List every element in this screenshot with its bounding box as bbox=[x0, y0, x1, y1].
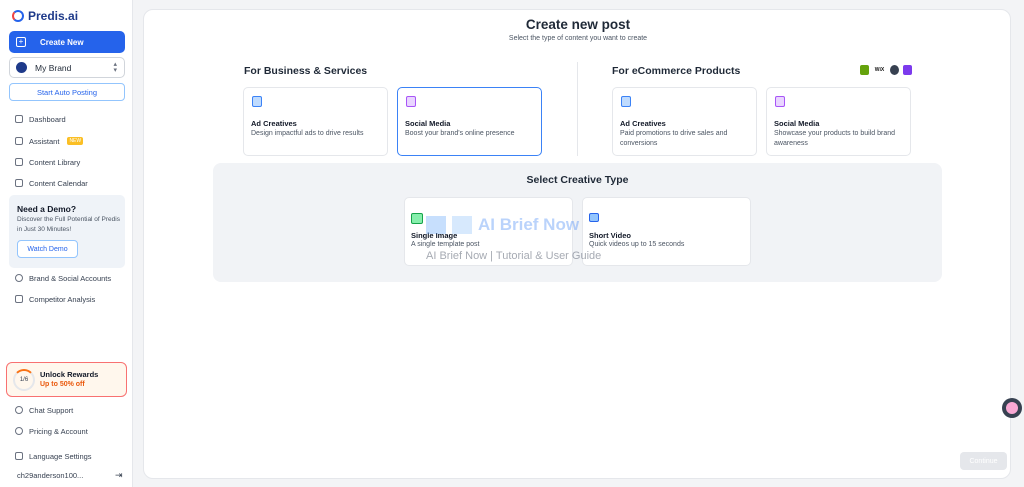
logo[interactable]: Predis.ai bbox=[12, 9, 78, 23]
sidebar-item-label: Brand & Social Accounts bbox=[29, 273, 112, 283]
section-divider bbox=[577, 62, 578, 156]
rewards-title: Unlock Rewards bbox=[40, 370, 99, 379]
brand-select[interactable]: My Brand ▴ ▾ bbox=[9, 57, 125, 78]
floating-widget-button[interactable] bbox=[1002, 398, 1022, 418]
logo-text: Predis.ai bbox=[28, 9, 79, 23]
start-auto-posting-button[interactable]: Start Auto Posting bbox=[9, 83, 125, 101]
sidebar-item-content-calendar[interactable]: Content Calendar bbox=[15, 177, 88, 189]
accounts-icon bbox=[15, 274, 23, 282]
image-icon bbox=[411, 213, 423, 224]
account-icon bbox=[15, 427, 23, 435]
rewards-subtitle: Up to 50% off bbox=[40, 381, 85, 388]
continue-button[interactable]: Continue bbox=[960, 452, 1007, 470]
card-title: Single Image bbox=[411, 231, 458, 240]
card-description: Paid promotions to drive sales and conve… bbox=[620, 130, 728, 147]
woocommerce-icon bbox=[903, 65, 912, 75]
card-title: Social Media bbox=[774, 119, 820, 128]
ecommerce-heading: For eCommerce Products bbox=[612, 65, 741, 77]
sidebar-item-label: Pricing & Account bbox=[29, 426, 88, 436]
logout-icon[interactable]: ⇥ bbox=[115, 470, 123, 481]
sidebar-item-pricing-account[interactable]: Pricing & Account bbox=[15, 425, 88, 437]
brand-label: My Brand bbox=[35, 62, 72, 73]
page-subtitle: Select the type of content you want to c… bbox=[508, 35, 648, 42]
rewards-progress-ring: 1/6 bbox=[13, 369, 35, 391]
document-icon bbox=[252, 96, 262, 107]
edit-note-icon bbox=[406, 96, 416, 107]
create-new-button[interactable]: + Create New bbox=[9, 31, 125, 53]
card-description: A single template post bbox=[411, 241, 480, 248]
create-new-label: Create New bbox=[40, 37, 84, 47]
sidebar-item-label: Content Library bbox=[29, 157, 81, 167]
business-heading: For Business & Services bbox=[244, 65, 368, 77]
analysis-icon bbox=[15, 295, 23, 303]
ecommerce-social-media-card[interactable]: Social Media Showcase your products to b… bbox=[766, 87, 911, 156]
card-description: Quick videos up to 15 seconds bbox=[589, 241, 685, 248]
sidebar-item-language-settings[interactable]: Language Settings bbox=[15, 450, 92, 462]
watch-demo-button[interactable]: Watch Demo bbox=[17, 240, 78, 258]
sidebar-item-label: Chat Support bbox=[29, 405, 74, 415]
sidebar-item-competitor-analysis[interactable]: Competitor Analysis bbox=[15, 293, 95, 305]
wix-icon: WiX bbox=[874, 67, 885, 73]
business-social-media-card[interactable]: Social Media Boost your brand's online p… bbox=[397, 87, 542, 156]
library-icon bbox=[15, 158, 23, 166]
platform-icons: WiX bbox=[860, 65, 912, 75]
card-title: Ad Creatives bbox=[251, 119, 297, 128]
new-badge: NEW bbox=[67, 137, 84, 145]
create-post-panel: Create new post Select the type of conte… bbox=[143, 9, 1011, 479]
unlock-rewards-card[interactable]: 1/6 Unlock Rewards Up to 50% off bbox=[6, 362, 127, 397]
demo-description: Discover the Full Potential of Predis in… bbox=[17, 216, 120, 233]
sidebar-item-label: Assistant bbox=[29, 136, 60, 146]
card-title: Social Media bbox=[405, 119, 451, 128]
card-title: Ad Creatives bbox=[620, 119, 666, 128]
sidebar-item-label: Competitor Analysis bbox=[29, 294, 96, 304]
shopify-icon bbox=[860, 65, 869, 75]
chat-icon bbox=[15, 406, 23, 414]
card-description: Boost your brand's online presence bbox=[405, 130, 515, 137]
sidebar-item-dashboard[interactable]: Dashboard bbox=[15, 113, 66, 125]
squarespace-icon bbox=[890, 65, 899, 75]
predis-logo-icon bbox=[12, 10, 24, 22]
card-title: Short Video bbox=[589, 231, 631, 240]
creative-type-title: Select Creative Type bbox=[526, 174, 629, 186]
sidebar: Predis.ai + Create New My Brand ▴ ▾ Start… bbox=[0, 0, 133, 487]
video-icon bbox=[589, 213, 599, 222]
brand-avatar-icon bbox=[16, 62, 27, 73]
assistant-icon bbox=[15, 137, 23, 145]
sidebar-item-label: Dashboard bbox=[29, 114, 66, 124]
calendar-icon bbox=[15, 179, 23, 187]
ecommerce-ad-creatives-card[interactable]: Ad Creatives Paid promotions to drive sa… bbox=[612, 87, 757, 156]
creative-type-section: Select Creative Type Single Image A sing… bbox=[213, 163, 942, 282]
card-description: Showcase your products to build brand aw… bbox=[774, 130, 896, 147]
user-email: ch29anderson100... bbox=[17, 471, 84, 480]
sidebar-item-label: Content Calendar bbox=[29, 178, 88, 188]
plus-icon: + bbox=[16, 37, 26, 47]
single-image-card[interactable]: Single Image A single template post bbox=[404, 197, 573, 266]
sidebar-item-assistant[interactable]: Assistant NEW bbox=[15, 135, 84, 147]
document-icon bbox=[621, 96, 631, 107]
edit-note-icon bbox=[775, 96, 785, 107]
sidebar-item-chat-support[interactable]: Chat Support bbox=[15, 404, 73, 416]
demo-card: Need a Demo? Discover the Full Potential… bbox=[9, 195, 125, 268]
demo-title: Need a Demo? bbox=[17, 204, 77, 214]
business-ad-creatives-card[interactable]: Ad Creatives Design impactful ads to dri… bbox=[243, 87, 388, 156]
page-title: Create new post bbox=[525, 17, 631, 32]
language-icon bbox=[15, 452, 23, 460]
sidebar-item-brand-social-accounts[interactable]: Brand & Social Accounts bbox=[15, 272, 111, 284]
short-video-card[interactable]: Short Video Quick videos up to 15 second… bbox=[582, 197, 751, 266]
card-description: Design impactful ads to drive results bbox=[251, 130, 364, 137]
chevron-updown-icon: ▴ ▾ bbox=[113, 61, 117, 74]
sidebar-item-label: Language Settings bbox=[29, 451, 92, 461]
sidebar-item-content-library[interactable]: Content Library bbox=[15, 156, 80, 168]
dashboard-icon bbox=[15, 115, 23, 123]
widget-icon bbox=[1006, 402, 1018, 414]
